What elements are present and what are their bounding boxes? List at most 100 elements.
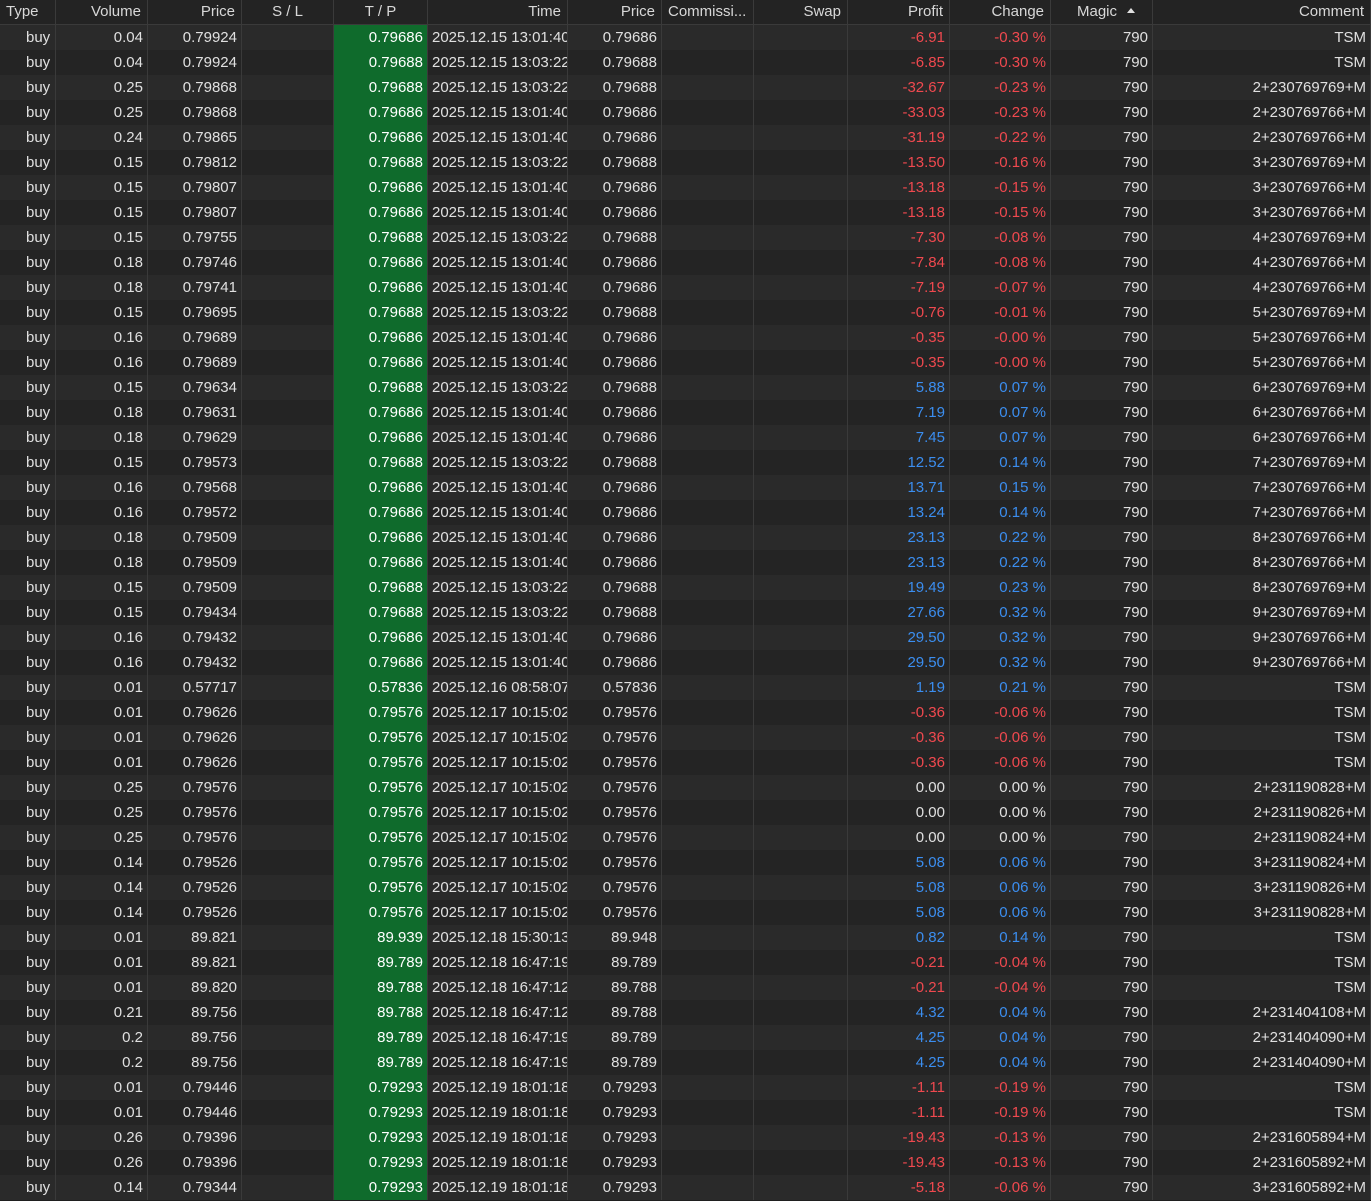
volume-cell: 0.14: [56, 850, 148, 875]
col-price[interactable]: Price: [148, 0, 242, 24]
table-row[interactable]: buy 0.16 0.79689 0.79686 2025.12.15 13:01:40…: [0, 350, 1371, 375]
table-row[interactable]: buy 0.01 89.820 89.788 2025.12.18 16:47:12 89…: [0, 975, 1371, 1000]
price-cell: 0.79572: [148, 500, 242, 525]
swap-cell: [754, 500, 848, 525]
change-cell: -0.06 %: [950, 725, 1051, 750]
col-comment[interactable]: Comment: [1153, 0, 1371, 24]
table-row[interactable]: buy 0.15 0.79755 0.79688 2025.12.15 13:03:22…: [0, 225, 1371, 250]
table-row[interactable]: buy 0.15 0.79509 0.79688 2025.12.15 13:03:22…: [0, 575, 1371, 600]
table-row[interactable]: buy 0.15 0.79434 0.79688 2025.12.15 13:03:22…: [0, 600, 1371, 625]
table-row[interactable]: buy 0.26 0.79396 0.79293 2025.12.19 18:01:18…: [0, 1125, 1371, 1150]
table-row[interactable]: buy 0.15 0.79695 0.79688 2025.12.15 13:03:22…: [0, 300, 1371, 325]
magic-cell: 790: [1051, 575, 1153, 600]
col-change[interactable]: Change: [950, 0, 1051, 24]
commission-cell: [662, 675, 754, 700]
price-cell: 89.821: [148, 950, 242, 975]
col-type[interactable]: Type: [0, 0, 56, 24]
tp-cell: 0.79686: [334, 200, 428, 225]
table-row[interactable]: buy 0.01 89.821 89.939 2025.12.18 15:30:13 89…: [0, 925, 1371, 950]
profit-cell: 23.13: [848, 525, 950, 550]
table-row[interactable]: buy 0.15 0.79807 0.79686 2025.12.15 13:01:40…: [0, 200, 1371, 225]
comment-cell: TSM: [1153, 700, 1371, 725]
swap-cell: [754, 1025, 848, 1050]
swap-cell: [754, 275, 848, 300]
col-sl[interactable]: S / L: [242, 0, 334, 24]
col-current-price[interactable]: Price: [568, 0, 662, 24]
table-row[interactable]: buy 0.14 0.79344 0.79293 2025.12.19 18:01:18…: [0, 1175, 1371, 1200]
table-row[interactable]: buy 0.18 0.79631 0.79686 2025.12.15 13:01:40…: [0, 400, 1371, 425]
table-row[interactable]: buy 0.18 0.79509 0.79686 2025.12.15 13:01:40…: [0, 525, 1371, 550]
profit-cell: -7.19: [848, 275, 950, 300]
table-row[interactable]: buy 0.14 0.79526 0.79576 2025.12.17 10:15:02…: [0, 875, 1371, 900]
type-cell: buy: [0, 500, 56, 525]
magic-cell: 790: [1051, 475, 1153, 500]
table-row[interactable]: buy 0.01 0.79446 0.79293 2025.12.19 18:01:18…: [0, 1100, 1371, 1125]
table-row[interactable]: buy 0.15 0.79807 0.79686 2025.12.15 13:01:40…: [0, 175, 1371, 200]
table-row[interactable]: buy 0.16 0.79568 0.79686 2025.12.15 13:01:40…: [0, 475, 1371, 500]
table-row[interactable]: buy 0.01 0.79626 0.79576 2025.12.17 10:15:02…: [0, 725, 1371, 750]
table-row[interactable]: buy 0.15 0.79634 0.79688 2025.12.15 13:03:22…: [0, 375, 1371, 400]
table-row[interactable]: buy 0.18 0.79629 0.79686 2025.12.15 13:01:40…: [0, 425, 1371, 450]
col-magic[interactable]: Magic: [1051, 0, 1153, 24]
table-row[interactable]: buy 0.18 0.79509 0.79686 2025.12.15 13:01:40…: [0, 550, 1371, 575]
table-row[interactable]: buy 0.21 89.756 89.788 2025.12.18 16:47:12 89…: [0, 1000, 1371, 1025]
col-swap[interactable]: Swap: [754, 0, 848, 24]
table-row[interactable]: buy 0.15 0.79812 0.79688 2025.12.15 13:03:22…: [0, 150, 1371, 175]
table-row[interactable]: buy 0.01 89.821 89.789 2025.12.18 16:47:19 89…: [0, 950, 1371, 975]
table-row[interactable]: buy 0.15 0.79573 0.79688 2025.12.15 13:03:22…: [0, 450, 1371, 475]
volume-cell: 0.25: [56, 75, 148, 100]
table-row[interactable]: buy 0.14 0.79526 0.79576 2025.12.17 10:15:02…: [0, 850, 1371, 875]
table-row[interactable]: buy 0.01 0.79626 0.79576 2025.12.17 10:15:02…: [0, 750, 1371, 775]
table-row[interactable]: buy 0.01 0.79446 0.79293 2025.12.19 18:01:18…: [0, 1075, 1371, 1100]
col-volume[interactable]: Volume: [56, 0, 148, 24]
table-row[interactable]: buy 0.04 0.79924 0.79686 2025.12.15 13:01:40…: [0, 25, 1371, 50]
table-row[interactable]: buy 0.18 0.79746 0.79686 2025.12.15 13:01:40…: [0, 250, 1371, 275]
profit-cell: 5.08: [848, 850, 950, 875]
current-price-cell: 0.79688: [568, 300, 662, 325]
comment-cell: 3+231190826+M: [1153, 875, 1371, 900]
sl-cell: [242, 750, 334, 775]
table-row[interactable]: buy 0.25 0.79576 0.79576 2025.12.17 10:15:02…: [0, 800, 1371, 825]
swap-cell: [754, 50, 848, 75]
table-row[interactable]: buy 0.25 0.79868 0.79688 2025.12.15 13:03:22…: [0, 75, 1371, 100]
col-commission[interactable]: Commissi...: [662, 0, 754, 24]
table-row[interactable]: buy 0.16 0.79572 0.79686 2025.12.15 13:01:40…: [0, 500, 1371, 525]
table-row[interactable]: buy 0.01 0.79626 0.79576 2025.12.17 10:15:02…: [0, 700, 1371, 725]
profit-cell: 0.00: [848, 825, 950, 850]
table-row[interactable]: buy 0.16 0.79689 0.79686 2025.12.15 13:01:40…: [0, 325, 1371, 350]
comment-cell: 2+231404090+M: [1153, 1050, 1371, 1075]
tp-cell: 89.789: [334, 1025, 428, 1050]
price-cell: 0.79576: [148, 825, 242, 850]
comment-cell: 8+230769769+M: [1153, 575, 1371, 600]
swap-cell: [754, 625, 848, 650]
tp-cell: 0.79576: [334, 750, 428, 775]
table-row[interactable]: buy 0.25 0.79576 0.79576 2025.12.17 10:15:02…: [0, 775, 1371, 800]
table-row[interactable]: buy 0.25 0.79576 0.79576 2025.12.17 10:15:02…: [0, 825, 1371, 850]
table-row[interactable]: buy 0.25 0.79868 0.79686 2025.12.15 13:01:40…: [0, 100, 1371, 125]
table-row[interactable]: buy 0.16 0.79432 0.79686 2025.12.15 13:01:40…: [0, 625, 1371, 650]
change-cell: -0.06 %: [950, 1175, 1051, 1200]
commission-cell: [662, 400, 754, 425]
comment-cell: TSM: [1153, 1100, 1371, 1125]
time-cell: 2025.12.15 13:03:22: [428, 225, 568, 250]
table-row[interactable]: buy 0.24 0.79865 0.79686 2025.12.15 13:01:40…: [0, 125, 1371, 150]
table-row[interactable]: buy 0.16 0.79432 0.79686 2025.12.15 13:01:40…: [0, 650, 1371, 675]
swap-cell: [754, 1125, 848, 1150]
swap-cell: [754, 650, 848, 675]
col-profit[interactable]: Profit: [848, 0, 950, 24]
swap-cell: [754, 950, 848, 975]
table-row[interactable]: buy 0.04 0.79924 0.79688 2025.12.15 13:03:22…: [0, 50, 1371, 75]
col-time[interactable]: Time: [428, 0, 568, 24]
tp-cell: 0.79686: [334, 425, 428, 450]
table-row[interactable]: buy 0.14 0.79526 0.79576 2025.12.17 10:15:02…: [0, 900, 1371, 925]
table-row[interactable]: buy 0.2 89.756 89.789 2025.12.18 16:47:19 89.…: [0, 1050, 1371, 1075]
table-row[interactable]: buy 0.18 0.79741 0.79686 2025.12.15 13:01:40…: [0, 275, 1371, 300]
comment-cell: 3+231605892+M: [1153, 1175, 1371, 1200]
type-cell: buy: [0, 375, 56, 400]
change-cell: -0.15 %: [950, 175, 1051, 200]
table-row[interactable]: buy 0.01 0.57717 0.57836 2025.12.16 08:58:07…: [0, 675, 1371, 700]
col-tp[interactable]: T / P: [334, 0, 428, 24]
table-row[interactable]: buy 0.2 89.756 89.789 2025.12.18 16:47:19 89.…: [0, 1025, 1371, 1050]
tp-cell: 0.79688: [334, 450, 428, 475]
table-row[interactable]: buy 0.26 0.79396 0.79293 2025.12.19 18:01:18…: [0, 1150, 1371, 1175]
